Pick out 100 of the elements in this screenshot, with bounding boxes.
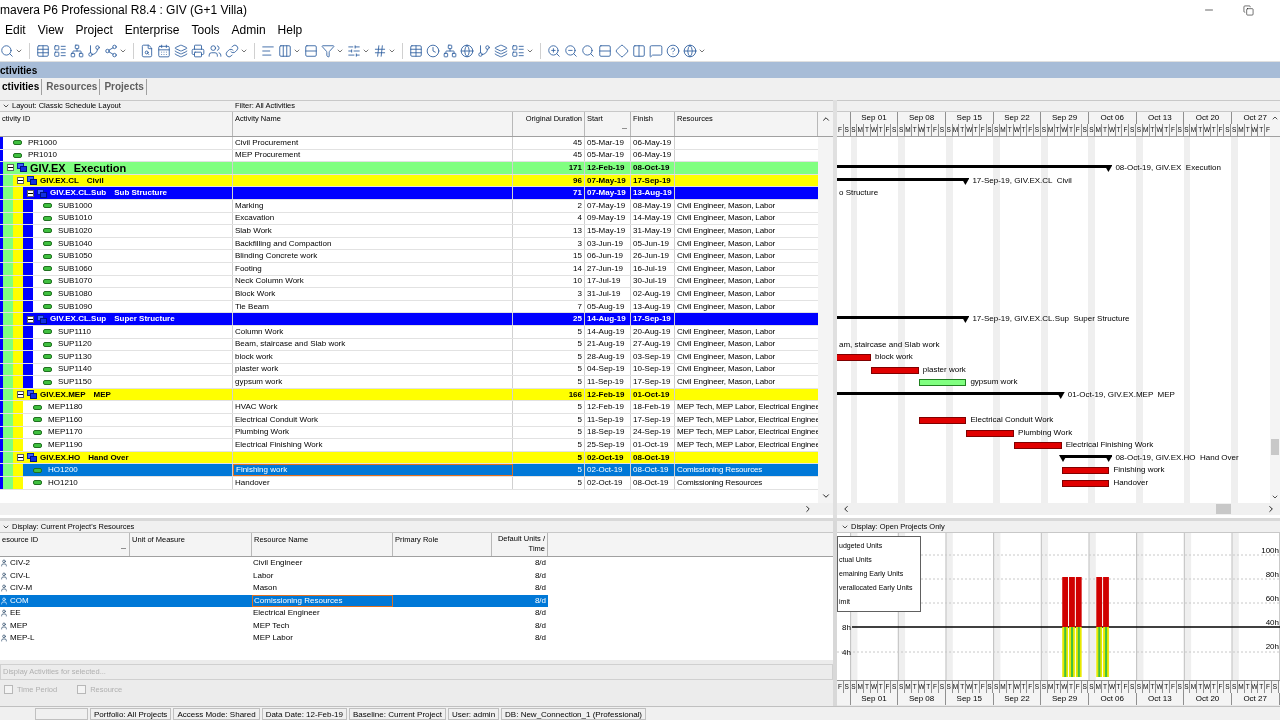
collapse-icon[interactable]: [2, 102, 10, 110]
wbs-row[interactable]: GIV.EX Execution 171 12-Feb-19 08-Oct-19: [0, 162, 818, 175]
scroll-up-icon[interactable]: [1271, 114, 1279, 122]
calendar-icon[interactable]: [157, 43, 171, 58]
list-icon[interactable]: [511, 43, 525, 58]
table-cell: 3: [577, 237, 582, 250]
printer-icon[interactable]: [191, 43, 205, 58]
collapse-icon[interactable]: [17, 391, 24, 399]
restore-icon[interactable]: [1243, 4, 1254, 16]
activity-row[interactable]: HO1200 Finishing work 5 02-Oct-19 08-Oct-19 Comissioning Resources: [0, 464, 818, 478]
file-search-icon[interactable]: [140, 43, 154, 58]
table-cell: 5: [577, 439, 582, 452]
share-icon[interactable]: [104, 43, 118, 58]
activity-row[interactable]: HO1210 Handover 5 02-Oct-19 08-Oct-19 Comissioning Resources: [0, 477, 818, 490]
users-icon[interactable]: [208, 43, 222, 58]
clock-icon[interactable]: [426, 43, 440, 58]
branch-icon[interactable]: [477, 43, 491, 58]
activity-row[interactable]: SUP1150 gypsum work 5 11-Sep-19 17-Sep-19 Civil Engineer, Mason, Labor: [0, 376, 818, 389]
resource-row[interactable]: MEP-L MEP Labor 8/d: [0, 632, 548, 645]
scroll-down-icon[interactable]: [1271, 493, 1279, 501]
link-icon[interactable]: [225, 43, 239, 58]
globe-icon[interactable]: [460, 43, 474, 58]
menu-item[interactable]: Enterprise: [124, 21, 180, 39]
search-icon[interactable]: [581, 43, 595, 58]
table-cell: 71: [573, 187, 582, 200]
layers-icon[interactable]: [494, 43, 508, 58]
tab[interactable]: ctivities: [0, 79, 43, 95]
activity-row[interactable]: SUP1130 block work 5 28-Aug-19 03-Sep-19 Civil Engineer, Mason, Labor: [0, 351, 818, 364]
bar-label: 17-Sep-19, GIV.EX.CL.Sup Super Structure: [972, 313, 1130, 326]
level-band: [13, 262, 23, 275]
status-field: Portfolio: All Projects: [90, 707, 172, 720]
message-icon[interactable]: [649, 43, 663, 58]
activity-row[interactable]: SUB1080 Block Work 3 31-Jul-19 02-Aug-19 Civil Engineer, Mason, Labor: [0, 288, 818, 301]
scroll-up-icon[interactable]: [820, 114, 831, 124]
menu-item[interactable]: Help: [277, 21, 303, 39]
menu-item[interactable]: View: [37, 21, 64, 39]
table-cell: SUP1120: [58, 338, 92, 351]
globe-icon[interactable]: [683, 43, 697, 58]
zoom-out-icon[interactable]: [564, 43, 578, 58]
wbs-row[interactable]: GIV.EX.CL.Sup Super Structure 25 14-Aug-19 17-Sep-19: [0, 313, 818, 326]
columns-icon[interactable]: [278, 43, 292, 58]
resource-row[interactable]: MEP MEP Tech 8/d: [0, 619, 548, 632]
scroll-right-icon[interactable]: [803, 504, 813, 514]
collapse-icon[interactable]: [27, 189, 34, 197]
search-icon[interactable]: [0, 43, 14, 58]
table-cell: SUP1110: [58, 325, 92, 338]
layers-icon[interactable]: [174, 43, 188, 58]
collapse-icon[interactable]: [17, 454, 24, 462]
menu-item[interactable]: Project: [75, 21, 113, 39]
rows-icon[interactable]: [304, 43, 318, 58]
table-icon[interactable]: [36, 43, 50, 58]
activity-row[interactable]: SUB1020 Slab Work 13 15-May-19 31-May-19 Civil Engineer, Mason, Labor: [0, 225, 818, 238]
activity-row[interactable]: SUB1050 Blinding Concrete work 15 06-Jun-19 26-Jun-19 Civil Engineer, Mason, Labor: [0, 250, 818, 263]
tab[interactable]: Projects: [102, 79, 147, 95]
columns-icon[interactable]: [632, 43, 646, 58]
wbs-row[interactable]: GIV.EX.CL.Sub Sub Structure 71 07-May-19 13-Aug-19: [0, 187, 818, 200]
scroll-thumb[interactable]: [1216, 504, 1231, 514]
table-icon[interactable]: [409, 43, 423, 58]
diamond-icon[interactable]: [615, 43, 629, 58]
network-icon[interactable]: [443, 43, 457, 58]
level-band: [23, 262, 33, 275]
week-label: Oct 27: [1231, 112, 1270, 124]
help-icon[interactable]: [666, 43, 680, 58]
tab[interactable]: Resources: [44, 79, 101, 95]
resource-row[interactable]: CIV-2 Civil Engineer 8/d: [0, 557, 548, 570]
menu-item[interactable]: Edit: [5, 21, 26, 39]
scroll-left-icon[interactable]: [841, 504, 851, 514]
axis-label: 40h: [1265, 618, 1279, 627]
table-cell: Electrical Engineer: [253, 607, 320, 620]
layout-icon[interactable]: [53, 43, 67, 58]
week-label: Sep 15: [945, 112, 994, 124]
network-icon[interactable]: [70, 43, 84, 58]
resource-row[interactable]: EE Electrical Engineer 8/d: [0, 607, 548, 620]
collapse-icon[interactable]: [7, 164, 14, 172]
hash-icon[interactable]: [373, 43, 387, 58]
branch-icon[interactable]: [87, 43, 101, 58]
bar-label: Plumbing Work: [1018, 426, 1073, 439]
scroll-thumb[interactable]: [1271, 439, 1279, 455]
menu-item[interactable]: Tools: [191, 21, 220, 39]
sliders-icon[interactable]: [347, 43, 361, 58]
table-cell: Beam, staircase and Slab work: [235, 338, 346, 351]
level-band: [13, 477, 23, 489]
scroll-right-icon[interactable]: [1266, 504, 1276, 514]
menu-item[interactable]: Admin: [231, 21, 266, 39]
rows-icon[interactable]: [598, 43, 612, 58]
level-band: [23, 225, 33, 237]
level-band: [13, 199, 23, 212]
filter-icon[interactable]: [321, 43, 335, 58]
collapse-icon[interactable]: [17, 177, 24, 185]
resource-row[interactable]: CIV-M Mason 8/d: [0, 582, 548, 595]
scroll-down-icon[interactable]: [820, 491, 831, 501]
resource-row[interactable]: CIV-L Labor 8/d: [0, 569, 548, 582]
bars-icon[interactable]: [261, 43, 275, 58]
table-cell: 171: [568, 162, 582, 174]
resource-row[interactable]: COM Comissioning Resources 8/d: [0, 594, 548, 607]
table-cell: 09-May-19: [587, 212, 626, 225]
collapse-icon[interactable]: [27, 315, 34, 323]
table-cell: MEP: [10, 619, 28, 632]
activity-row[interactable]: PR1000 Civil Procurement 45 05-Mar-19 06-May-19: [0, 137, 818, 150]
zoom-in-icon[interactable]: [547, 43, 561, 58]
